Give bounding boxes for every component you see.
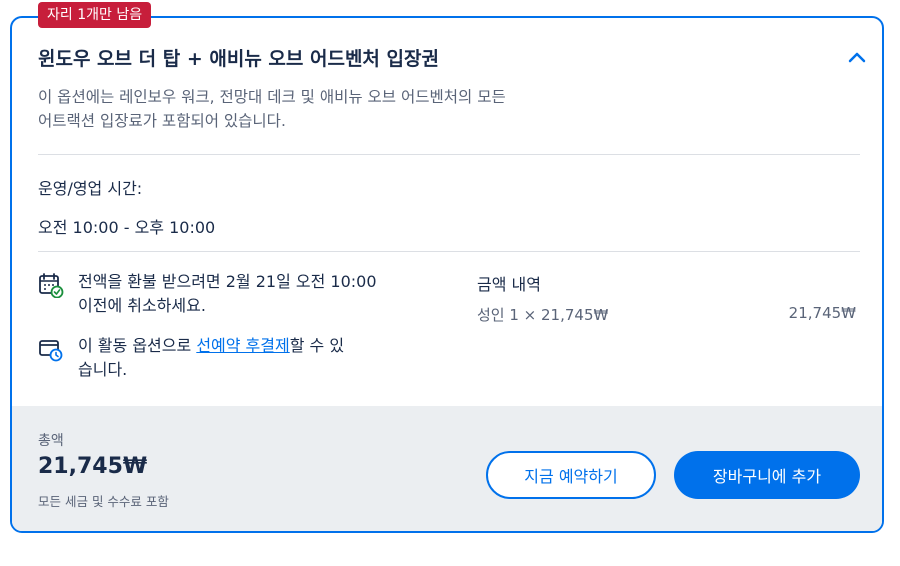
option-card: 윈도우 오브 더 탑 + 애비뉴 오브 어드벤처 입장권 이 옵션에는 레인보우…: [10, 16, 884, 533]
option-description: 이 옵션에는 레인보우 워크, 전망대 데크 및 애비뉴 오브 어드벤처의 모든…: [38, 85, 638, 133]
price-line-amount: 21,745₩: [788, 304, 856, 322]
availability-badge: 자리 1개만 남음: [38, 2, 152, 28]
reserve-line: 습니다.: [78, 360, 128, 379]
wallet-clock-icon: [39, 340, 63, 362]
refund-text: 전액을 환불 받으려면 2월 21일 오전 10:00 이전에 취소하세요.: [78, 270, 408, 318]
divider: [38, 251, 860, 252]
refund-line: 이전에 취소하세요.: [78, 296, 206, 315]
description-line: 이 옵션에는 레인보우 워크, 전망대 데크 및 애비뉴 오브 어드벤처의 모든: [38, 88, 506, 106]
price-breakdown-heading: 금액 내역: [477, 275, 541, 294]
reserve-now-pay-later-link[interactable]: 선예약 후결제: [196, 336, 289, 355]
add-to-cart-button[interactable]: 장바구니에 추가: [674, 451, 860, 499]
total-amount: 21,745₩: [38, 454, 148, 479]
chevron-up-icon[interactable]: [846, 46, 868, 68]
reserve-now-button[interactable]: 지금 예약하기: [486, 451, 656, 499]
total-label: 총액: [38, 433, 64, 449]
hours-label: 운영/영업 시간:: [38, 179, 143, 198]
hours-value: 오전 10:00 - 오후 10:00: [38, 218, 216, 237]
price-line-label: 성인 1 × 21,745₩: [477, 306, 609, 324]
reserve-line: 이 활동 옵션으로 선예약 후결제할 수 있: [78, 334, 408, 358]
divider: [38, 154, 860, 155]
reserve-prefix: 이 활동 옵션으로: [78, 336, 197, 355]
refund-line: 전액을 환불 받으려면 2월 21일 오전 10:00: [78, 272, 377, 291]
reserve-text: 이 활동 옵션으로 선예약 후결제할 수 있 습니다.: [78, 334, 408, 382]
description-line: 어트랙션 입장료가 포함되어 있습니다.: [38, 112, 286, 130]
reserve-suffix: 할 수 있: [289, 336, 345, 355]
total-note: 모든 세금 및 수수료 포함: [38, 494, 169, 509]
calendar-check-icon: [39, 273, 64, 298]
option-title: 윈도우 오브 더 탑 + 애비뉴 오브 어드벤처 입장권: [38, 48, 439, 70]
checkout-footer: 총액 21,745₩ 모든 세금 및 수수료 포함 지금 예약하기 장바구니에 …: [12, 406, 882, 531]
